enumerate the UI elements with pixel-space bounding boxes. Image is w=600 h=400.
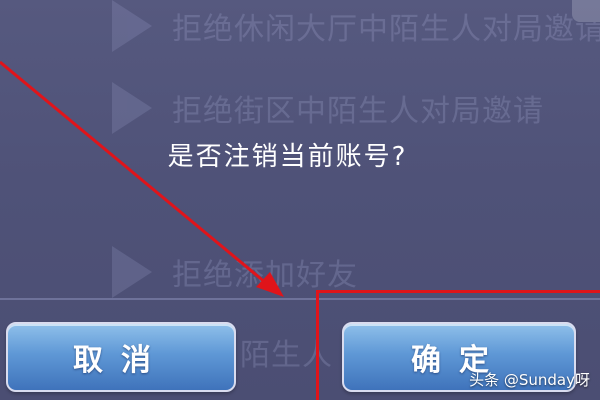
annotation-arrow-line (0, 60, 273, 290)
watermark: 头条 @Sunday呀 (469, 371, 590, 389)
game-settings-screen: 拒绝休闲大厅中陌生人对局邀请 拒绝街区中陌生人对局邀请 拒绝添加好友 陌生人 是… (0, 0, 600, 400)
annotation-arrowhead (256, 272, 284, 297)
